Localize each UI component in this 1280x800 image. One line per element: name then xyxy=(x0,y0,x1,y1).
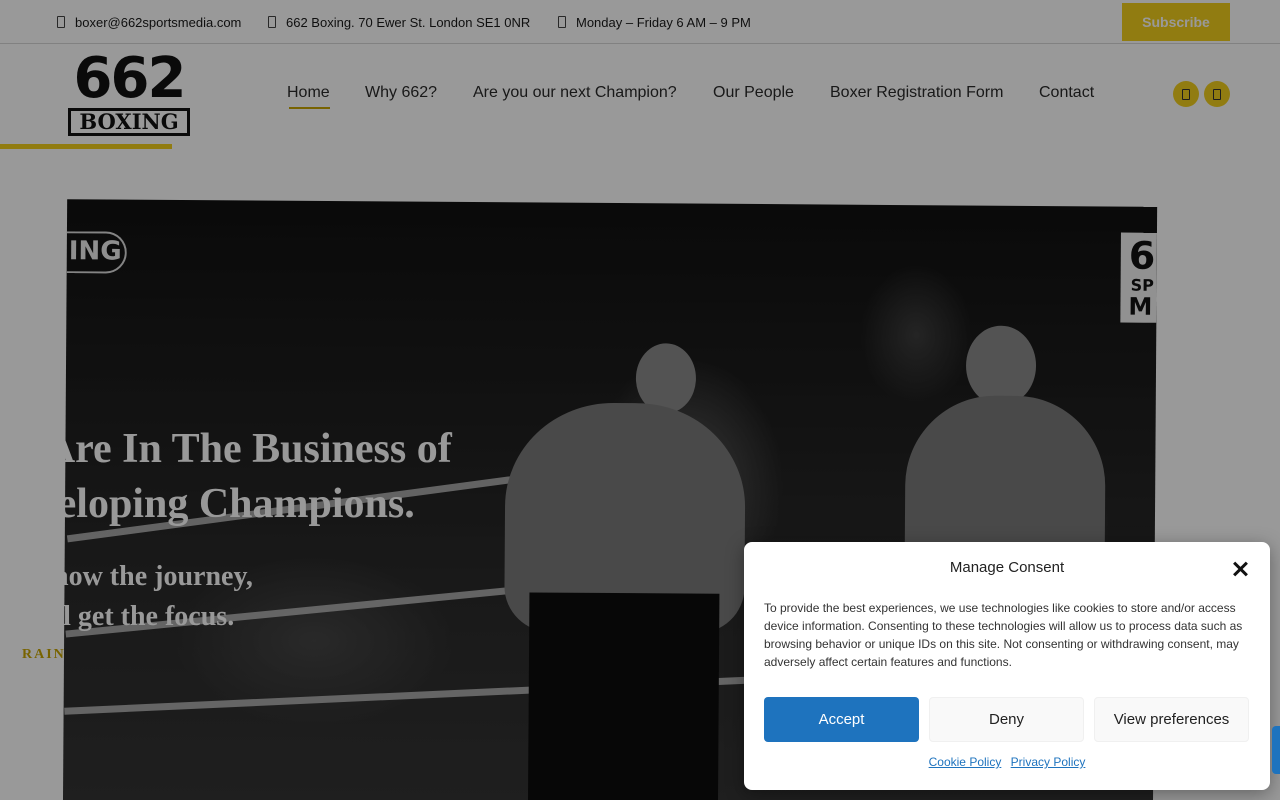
view-preferences-button[interactable]: View preferences xyxy=(1094,697,1249,742)
deny-button[interactable]: Deny xyxy=(929,697,1084,742)
side-widget-tab[interactable] xyxy=(1272,726,1280,774)
privacy-policy-link[interactable]: Privacy Policy xyxy=(1011,755,1086,769)
consent-dialog: Manage Consent To provide the best exper… xyxy=(744,542,1270,790)
close-icon[interactable] xyxy=(1228,557,1252,581)
consent-body: To provide the best experiences, we use … xyxy=(764,601,1243,669)
policy-links: Cookie Policy Privacy Policy xyxy=(744,755,1270,769)
accept-button[interactable]: Accept xyxy=(764,697,919,742)
cookie-policy-link[interactable]: Cookie Policy xyxy=(929,755,1002,769)
consent-title: Manage Consent xyxy=(949,559,1065,576)
